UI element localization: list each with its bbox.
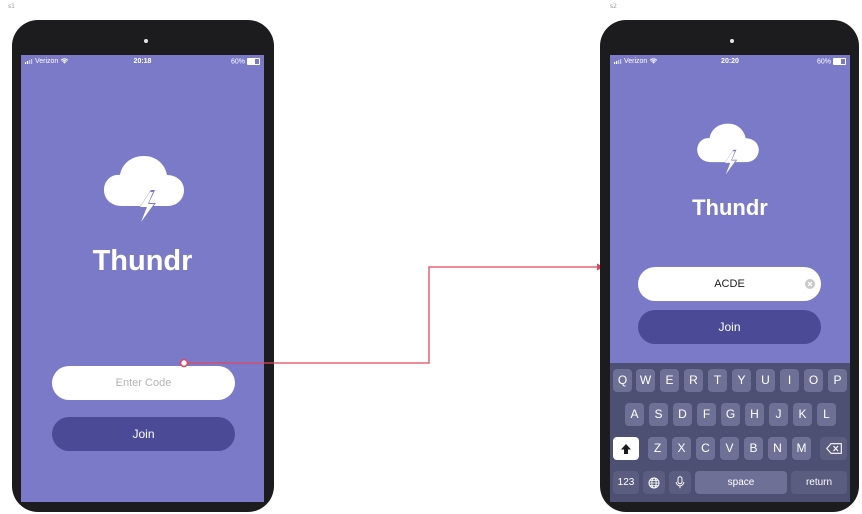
key-i[interactable]: I xyxy=(780,369,799,392)
key-b[interactable]: B xyxy=(744,437,763,460)
space-key[interactable]: space xyxy=(695,471,787,494)
front-camera xyxy=(730,39,734,43)
key-e[interactable]: E xyxy=(660,369,679,392)
delete-key[interactable] xyxy=(820,437,847,460)
key-p[interactable]: P xyxy=(828,369,847,392)
key-u[interactable]: U xyxy=(756,369,775,392)
key-x[interactable]: X xyxy=(672,437,691,460)
key-a[interactable]: A xyxy=(625,403,644,426)
battery-indicator: 60% xyxy=(817,58,846,65)
key-w[interactable]: W xyxy=(636,369,655,392)
battery-percent: 60% xyxy=(816,58,831,66)
key-z[interactable]: Z xyxy=(648,437,667,460)
app-title: Thundr xyxy=(692,195,768,220)
key-t[interactable]: T xyxy=(708,369,727,392)
key-j[interactable]: J xyxy=(769,403,788,426)
key-c[interactable]: C xyxy=(696,437,715,460)
screen-label-s2: s2 xyxy=(610,3,617,10)
clear-icon[interactable] xyxy=(805,279,815,289)
return-key[interactable]: return xyxy=(791,471,847,494)
key-l[interactable]: L xyxy=(817,403,836,426)
key-v[interactable]: V xyxy=(720,437,739,460)
code-input-value: ACDE xyxy=(714,278,745,290)
key-y[interactable]: Y xyxy=(732,369,751,392)
shift-key[interactable] xyxy=(613,437,639,460)
globe-icon xyxy=(648,477,660,489)
key-f[interactable]: F xyxy=(697,403,716,426)
key-n[interactable]: N xyxy=(768,437,787,460)
mic-key[interactable] xyxy=(669,471,691,494)
key-r[interactable]: R xyxy=(684,369,703,392)
key-h[interactable]: H xyxy=(745,403,764,426)
numbers-key[interactable]: 123 xyxy=(613,471,639,494)
key-q[interactable]: Q xyxy=(613,369,632,392)
key-g[interactable]: G xyxy=(721,403,740,426)
phone-screen-s2: Verizon 20:20 60% Thundr ACDE Join Q W E… xyxy=(610,55,850,502)
cloud-lightning-icon xyxy=(697,123,759,178)
onscreen-keyboard: Q W E R T Y U I O P A S D F G H J K L Z … xyxy=(610,363,850,502)
shift-icon xyxy=(621,443,631,454)
key-s[interactable]: S xyxy=(649,403,668,426)
key-o[interactable]: O xyxy=(804,369,823,392)
key-k[interactable]: K xyxy=(793,403,812,426)
globe-key[interactable] xyxy=(643,471,665,494)
key-m[interactable]: M xyxy=(792,437,811,460)
phone-frame-s2: Verizon 20:20 60% Thundr ACDE Join Q W E… xyxy=(600,20,859,512)
backspace-icon xyxy=(825,443,842,455)
microphone-icon xyxy=(675,476,685,489)
code-input[interactable]: ACDE xyxy=(638,267,821,301)
join-button[interactable]: Join xyxy=(638,310,821,344)
battery-icon xyxy=(833,58,846,65)
status-bar: Verizon 20:20 60% xyxy=(610,55,850,69)
key-d[interactable]: D xyxy=(673,403,692,426)
status-time: 20:20 xyxy=(721,58,739,65)
